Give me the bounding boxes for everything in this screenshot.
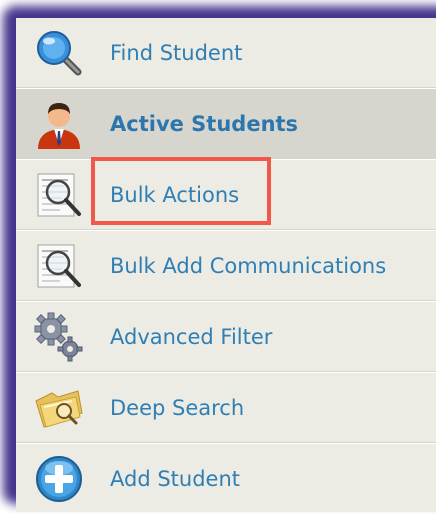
menu-item-deep-search[interactable]: Deep Search: [16, 373, 436, 444]
screenshot-stage: Find Student Active Students Bulk Action…: [0, 0, 436, 514]
student-menu: Find Student Active Students Bulk Action…: [16, 18, 436, 512]
menu-item-add-student[interactable]: Add Student: [16, 444, 436, 512]
menu-item-bulk-add-communications[interactable]: Bulk Add Communications: [16, 231, 436, 302]
gears-icon: [34, 312, 83, 362]
menu-item-label[interactable]: Add Student: [110, 444, 240, 512]
menu-item-label[interactable]: Deep Search: [110, 373, 244, 443]
menu-item-advanced-filter[interactable]: Advanced Filter: [16, 302, 436, 373]
menu-item-label[interactable]: Bulk Add Communications: [110, 231, 386, 301]
menu-item-label[interactable]: Active Students: [110, 89, 298, 159]
menu-item-label[interactable]: Find Student: [110, 18, 242, 88]
menu-item-label[interactable]: Advanced Filter: [110, 302, 272, 372]
folder-search-icon: [35, 390, 83, 428]
menu-item-bulk-actions[interactable]: Bulk Actions: [16, 160, 436, 231]
menu-item-label[interactable]: Bulk Actions: [110, 160, 239, 230]
user-icon: [38, 103, 80, 149]
menu-item-find-student[interactable]: Find Student: [16, 18, 436, 89]
document-search-icon: [37, 244, 81, 288]
plus-circle-icon: [36, 456, 82, 502]
menu-item-active-students[interactable]: Active Students: [16, 89, 436, 160]
magnifier-icon: [37, 31, 82, 76]
document-search-icon: [37, 173, 81, 217]
